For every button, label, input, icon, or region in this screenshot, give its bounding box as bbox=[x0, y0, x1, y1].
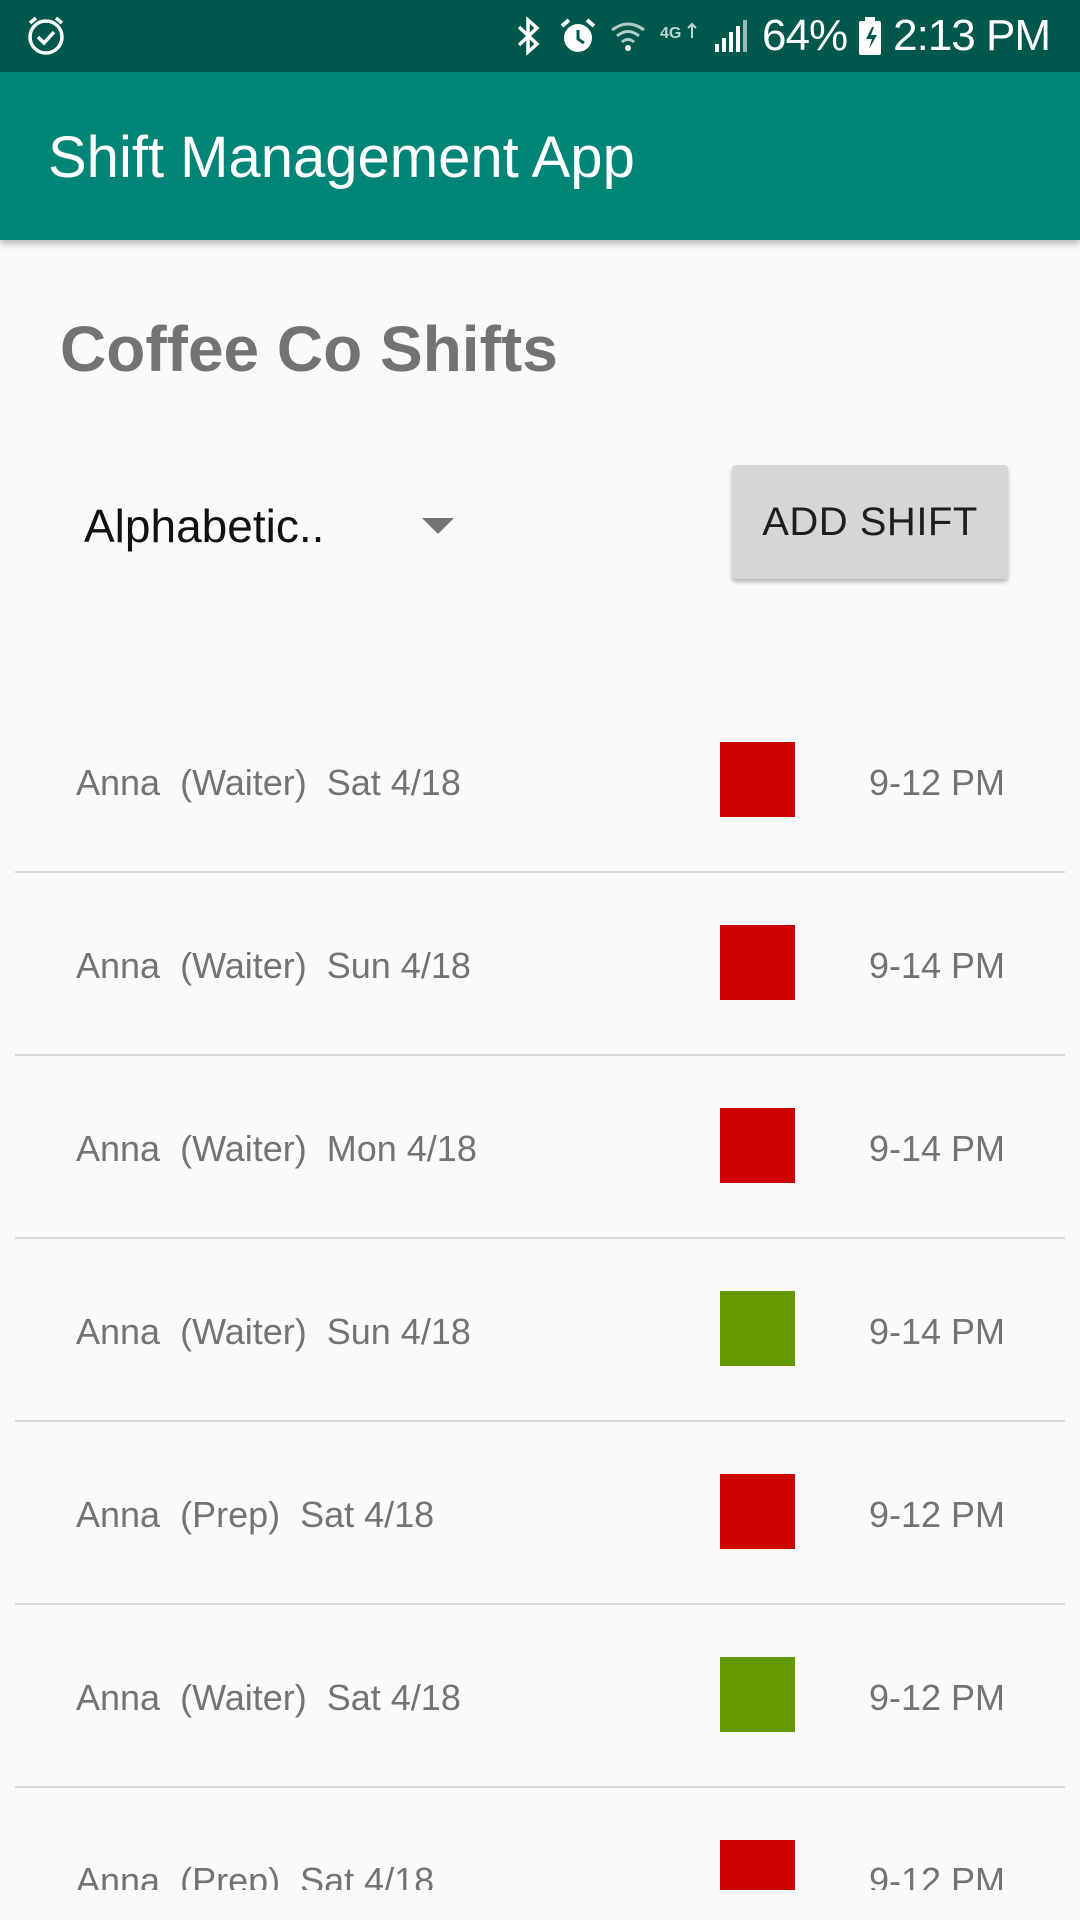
shift-label: Anna (Waiter) Sun 4/18 bbox=[76, 1311, 471, 1352]
shift-time: 9-14 PM bbox=[868, 1311, 1005, 1352]
4g-icon: 4G bbox=[658, 16, 702, 56]
status-time: 2:13 PM bbox=[893, 11, 1051, 60]
shift-row[interactable]: Anna (Waiter) Sat 4/18 9-12 PM bbox=[0, 690, 1080, 873]
battery-icon bbox=[857, 16, 883, 56]
shift-row[interactable]: Anna (Prep) Sat 4/18 9-12 PM bbox=[0, 1788, 1080, 1890]
shift-row[interactable]: Anna (Waiter) Sun 4/18 9-14 PM bbox=[0, 873, 1080, 1056]
dropdown-arrow-icon bbox=[422, 518, 454, 534]
shift-label: Anna (Waiter) Sat 4/18 bbox=[76, 762, 461, 803]
shift-label: Anna (Prep) Sat 4/18 bbox=[76, 1494, 435, 1535]
app-title: Shift Management App bbox=[48, 125, 635, 190]
shift-time: 9-12 PM bbox=[868, 1494, 1005, 1535]
signal-icon bbox=[712, 16, 752, 56]
shift-row[interactable]: Anna (Waiter) Mon 4/18 9-14 PM bbox=[0, 1056, 1080, 1239]
shift-row[interactable]: Anna (Waiter) Sat 4/18 9-12 PM bbox=[0, 1605, 1080, 1788]
shift-status-swatch bbox=[720, 1291, 795, 1366]
status-bar: 4G 64% 2:13 PM bbox=[0, 0, 1080, 72]
shift-status-swatch bbox=[720, 742, 795, 817]
battery-percent: 64% bbox=[762, 11, 848, 60]
sort-spinner[interactable]: Alphabetic.. bbox=[84, 490, 474, 562]
shift-status-swatch bbox=[720, 1108, 795, 1183]
shift-status-swatch bbox=[720, 1840, 795, 1890]
shift-time: 9-12 PM bbox=[868, 1677, 1005, 1718]
shift-time: 9-12 PM bbox=[868, 762, 1005, 803]
shift-row[interactable]: Anna (Waiter) Sun 4/18 9-14 PM bbox=[0, 1239, 1080, 1422]
shift-label: Anna (Waiter) Sun 4/18 bbox=[76, 945, 471, 986]
shift-label: Anna (Waiter) Mon 4/18 bbox=[76, 1128, 477, 1169]
svg-text:4G: 4G bbox=[660, 25, 681, 42]
shift-row[interactable]: Anna (Prep) Sat 4/18 9-12 PM bbox=[0, 1422, 1080, 1605]
shift-time: 9-14 PM bbox=[868, 945, 1005, 986]
shift-status-swatch bbox=[720, 1657, 795, 1732]
shift-label: Anna (Waiter) Sat 4/18 bbox=[76, 1677, 461, 1718]
shift-list[interactable]: Anna (Waiter) Sat 4/18 9-12 PM Anna (Waite… bbox=[0, 690, 1080, 1890]
page-title: Coffee Co Shifts bbox=[60, 313, 558, 385]
shift-time: 9-12 PM bbox=[868, 1860, 1005, 1890]
add-shift-button[interactable]: ADD SHIFT bbox=[732, 465, 1008, 579]
alarm-icon bbox=[558, 16, 598, 56]
status-icons: 4G 64% 2:13 PM bbox=[508, 0, 1051, 72]
sort-selected-value: Alphabetic.. bbox=[84, 500, 325, 552]
shift-label: Anna (Prep) Sat 4/18 bbox=[76, 1860, 435, 1890]
shift-status-swatch bbox=[720, 1474, 795, 1549]
shift-status-swatch bbox=[720, 925, 795, 1000]
bluetooth-icon bbox=[508, 16, 548, 56]
shift-time: 9-14 PM bbox=[868, 1128, 1005, 1169]
clock-check-icon bbox=[24, 14, 68, 58]
wifi-icon bbox=[608, 16, 648, 56]
app-bar: Shift Management App bbox=[0, 72, 1080, 240]
